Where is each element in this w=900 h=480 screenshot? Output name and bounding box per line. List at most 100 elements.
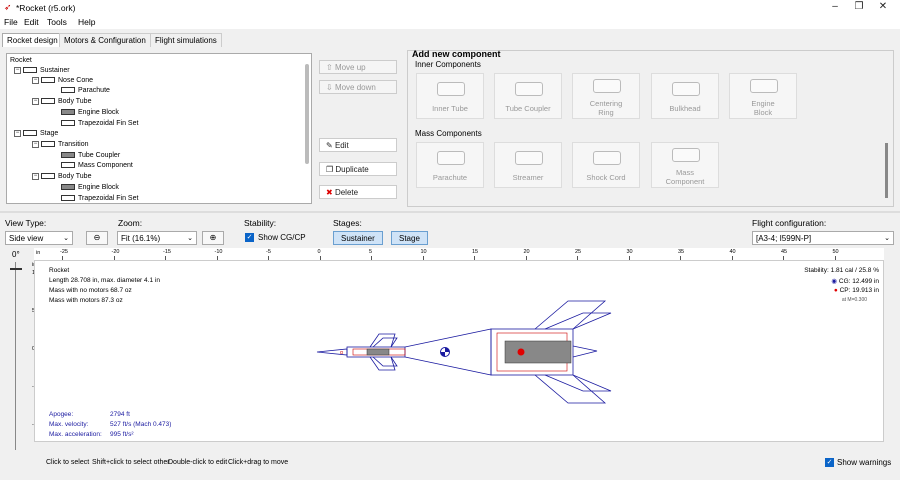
show-cgcp-checkbox[interactable]: ✓ [245, 233, 254, 242]
collapse-icon[interactable]: − [14, 129, 21, 137]
tab-rocket-design[interactable]: Rocket design [2, 33, 63, 47]
app-icon: ➶ [4, 2, 12, 12]
streamer-button[interactable]: Streamer [494, 142, 562, 188]
tree-item-parachute[interactable]: Parachute [61, 86, 110, 95]
collapse-icon[interactable]: − [14, 66, 21, 74]
rotation-slider[interactable] [10, 262, 22, 450]
centering-ring-button[interactable]: Centering Ring [572, 73, 640, 119]
stability-info: Stability: 1.81 cal / 25.8 % [804, 267, 879, 274]
engine-block-button[interactable]: Engine Block [729, 73, 797, 119]
svg-text:α: α [340, 350, 343, 356]
shock-cord-button[interactable]: Shock Cord [572, 142, 640, 188]
minimize-button[interactable]: – [822, 0, 848, 15]
window-title: *Rocket (r5.ork) [16, 3, 76, 13]
duplicate-icon: ❐ [326, 165, 336, 174]
tree-item-fin-set[interactable]: Trapezoidal Fin Set [61, 119, 138, 128]
tree-item-engine-block-2[interactable]: Engine Block [61, 183, 119, 192]
inner-tube-button[interactable]: Inner Tube [416, 73, 484, 119]
tab-motors-configuration[interactable]: Motors & Configuration [59, 33, 151, 47]
fin-set-icon [61, 195, 75, 202]
edit-button[interactable]: ✎ Edit [319, 138, 397, 152]
tree-item-fin-set-2[interactable]: Trapezoidal Fin Set [61, 194, 138, 203]
tube-coupler-icon [515, 82, 543, 96]
velocity-label: Max. velocity: [49, 421, 89, 428]
tab-flight-simulations[interactable]: Flight simulations [150, 33, 222, 47]
ruler-top-tick: 20 [523, 249, 530, 255]
cg-legend-icon: ◉ [831, 278, 839, 285]
velocity-value: 527 ft/s (Mach 0.473) [110, 421, 172, 428]
tree-scrollbar[interactable] [305, 64, 309, 164]
stage-button-sustainer[interactable]: Sustainer [333, 231, 383, 245]
ruler-top-tick: 30 [626, 249, 633, 255]
cg-info: ◉ CG: 12.499 in [831, 278, 879, 285]
tree-item-stage[interactable]: − Stage [14, 129, 58, 138]
zoom-select[interactable]: Fit (16.1%) ⌄ [117, 231, 197, 245]
duplicate-button[interactable]: ❐ Duplicate [319, 162, 397, 176]
tree-item-body-tube-2[interactable]: − Body Tube [32, 172, 91, 181]
component-tree[interactable]: Rocket − Sustainer − Nose Cone Parachute −… [6, 53, 312, 204]
tree-item-rocket[interactable]: Rocket [10, 56, 32, 65]
zoom-out-icon: ⊖ [93, 233, 101, 242]
menu-file[interactable]: File [4, 17, 18, 27]
collapse-icon[interactable]: − [32, 172, 39, 180]
rocket-figure[interactable]: α Rocket Length 28.708 in, max. diameter… [34, 260, 884, 442]
engine-block-icon [61, 184, 75, 191]
move-up-button[interactable]: ⇧ Move up [319, 60, 397, 74]
bulkhead-button[interactable]: Bulkhead [651, 73, 719, 119]
ruler-top-tick: 45 [781, 249, 788, 255]
zoom-in-button[interactable]: ⊕ [202, 231, 224, 245]
menu-help[interactable]: Help [78, 17, 95, 27]
parachute-button[interactable]: Parachute [416, 142, 484, 188]
split-divider[interactable] [0, 211, 900, 213]
stage-fin-side [572, 345, 598, 358]
collapse-icon[interactable]: − [32, 76, 39, 84]
ruler-top-tick: 40 [729, 249, 736, 255]
tube-coupler-button[interactable]: Tube Coupler [494, 73, 562, 119]
move-down-button[interactable]: ⇩ Move down [319, 80, 397, 94]
ruler-top-tick: 15 [472, 249, 479, 255]
tree-item-tube-coupler[interactable]: Tube Coupler [61, 151, 120, 160]
rocket-name: Rocket [49, 267, 70, 274]
chevron-down-icon: ⌄ [63, 235, 69, 242]
ruler-top-tick: 5 [369, 249, 373, 255]
zoom-in-icon: ⊕ [209, 233, 217, 242]
tree-item-sustainer[interactable]: − Sustainer [14, 66, 70, 75]
main-tabs: Rocket design Motors & Configuration Fli… [0, 31, 900, 47]
flight-config-select[interactable]: [A3-4; I599N-P] ⌄ [752, 231, 894, 245]
rotation-label: 0° [12, 250, 20, 259]
tree-item-transition[interactable]: − Transition [32, 140, 88, 149]
maximize-button[interactable]: ❐ [846, 0, 872, 15]
menu-tools[interactable]: Tools [47, 17, 67, 27]
hint-move: Click+drag to move [228, 459, 289, 466]
chevron-down-icon: ⌄ [884, 235, 890, 242]
tree-item-engine-block[interactable]: Engine Block [61, 108, 119, 117]
arrow-down-icon: ⇩ [326, 83, 335, 92]
zoom-out-button[interactable]: ⊖ [86, 231, 108, 245]
delete-button[interactable]: ✖ Delete [319, 185, 397, 199]
ruler-top-tick: 50 [832, 249, 839, 255]
acceleration-value: 995 ft/s² [110, 431, 134, 438]
menu-edit[interactable]: Edit [24, 17, 39, 27]
ruler-unit-top: in [36, 250, 41, 256]
stage-button-stage[interactable]: Stage [391, 231, 428, 245]
tree-item-nose-cone[interactable]: − Nose Cone [32, 76, 93, 85]
tree-item-body-tube[interactable]: − Body Tube [32, 97, 91, 106]
add-panel-scrollbar[interactable] [885, 143, 888, 198]
flight-config-label: Flight configuration: [752, 218, 827, 228]
collapse-icon[interactable]: − [32, 140, 39, 148]
stage-icon [23, 130, 37, 137]
sustainer-fin-top [369, 333, 396, 348]
edit-icon: ✎ [326, 141, 335, 150]
tree-item-mass-component[interactable]: Mass Component [61, 161, 133, 170]
title-bar: ➶ *Rocket (r5.ork) – ❐ ✕ [0, 0, 900, 15]
mass-component-icon [61, 162, 75, 169]
mass-components-title: Mass Components [415, 129, 482, 138]
show-warnings-checkbox[interactable]: ✓ [825, 458, 834, 467]
nose-cone-icon [41, 77, 55, 84]
mass-component-button[interactable]: Mass Component [651, 142, 719, 188]
collapse-icon[interactable]: − [32, 97, 39, 105]
view-type-select[interactable]: Side view ⌄ [5, 231, 73, 245]
close-button[interactable]: ✕ [870, 0, 896, 15]
fin-set-icon [61, 120, 75, 127]
stages-label: Stages: [333, 218, 362, 228]
